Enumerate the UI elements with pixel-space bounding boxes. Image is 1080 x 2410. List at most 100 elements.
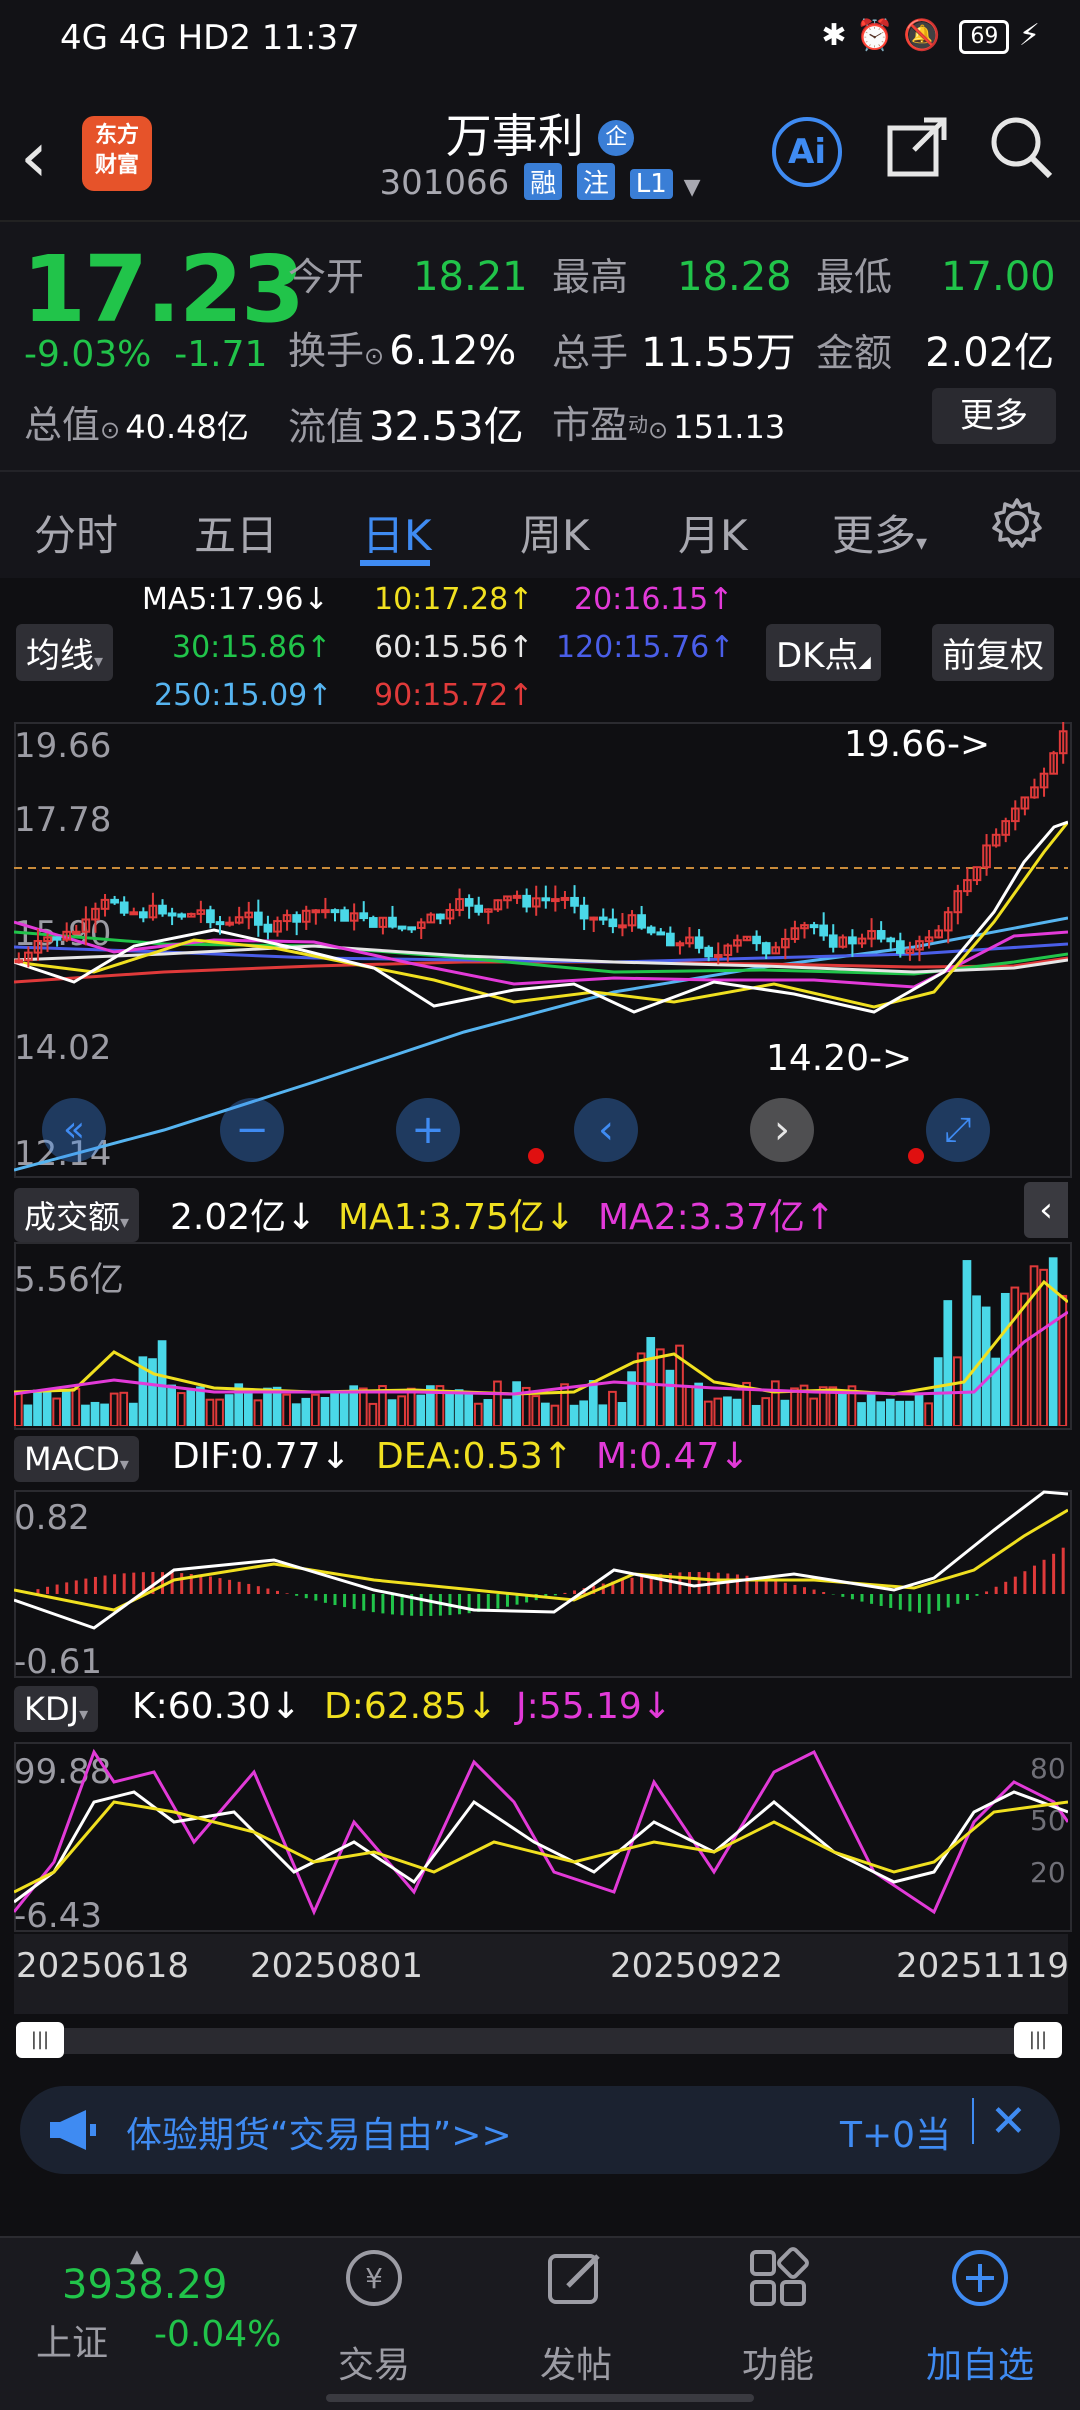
more-stats-button[interactable]: 更多	[932, 388, 1056, 444]
volume-bar	[608, 1390, 617, 1426]
range-handle-left[interactable]: |||	[16, 2022, 64, 2058]
ma-select-dropdown[interactable]: 均线▾	[16, 624, 114, 681]
expand-icon: ⤢	[944, 1110, 972, 1150]
caret-down-icon: ▾	[916, 531, 928, 556]
candle-body	[589, 916, 599, 921]
volume-bar	[761, 1397, 771, 1426]
volume-bar	[617, 1402, 627, 1426]
post-icon[interactable]	[544, 2246, 608, 2310]
candle-body	[522, 894, 531, 908]
volume-ma2-line	[14, 1310, 1068, 1396]
gear-icon[interactable]	[990, 496, 1044, 550]
candle-body	[263, 923, 273, 933]
kdj-k-line	[14, 1790, 1068, 1904]
plus-icon: +	[411, 1107, 445, 1153]
tab-monthly-k[interactable]: 月K	[678, 502, 748, 563]
candle-body	[397, 925, 407, 930]
ma60-label: 60:15.56↑	[374, 630, 534, 665]
nav-trade[interactable]: 交易	[304, 2336, 444, 2388]
index-change: -0.04%	[154, 2314, 282, 2355]
volume-bar	[368, 1402, 378, 1426]
volume-bar	[627, 1371, 636, 1426]
macd-dea: DEA:0.53↑	[376, 1436, 573, 1477]
candle-body	[436, 913, 445, 920]
adjust-button[interactable]: 前复权	[932, 624, 1054, 681]
double-left-icon: «	[62, 1109, 86, 1150]
signal-dot	[528, 1148, 544, 1164]
tab-more[interactable]: 更多▾	[832, 502, 927, 563]
volume-bar	[924, 1402, 933, 1426]
volume-bar	[493, 1380, 502, 1426]
volume-bar	[512, 1381, 521, 1426]
status-time: 11:37	[261, 18, 360, 58]
candle-body	[474, 904, 484, 913]
macd-select-dropdown[interactable]: MACD▾	[14, 1436, 139, 1482]
volume-select-dropdown[interactable]: 成交额▾	[14, 1188, 140, 1242]
megaphone-icon	[50, 2110, 96, 2150]
candle-body	[752, 935, 761, 945]
ma10-label: 10:17.28↑	[374, 582, 534, 617]
zoom-in-button[interactable]: +	[396, 1098, 460, 1162]
close-icon[interactable]: ✕	[990, 2096, 1027, 2147]
volume-bar	[205, 1398, 215, 1426]
next-button[interactable]: ›	[750, 1098, 814, 1162]
volume-bar	[215, 1398, 224, 1426]
volume-bar	[569, 1404, 579, 1426]
status-network: 4G 4G HD2 11:37	[60, 18, 360, 58]
kdj-plot	[14, 1748, 1068, 1916]
fullscreen-button[interactable]: ⤢	[926, 1098, 990, 1162]
battery-icon: 69	[959, 19, 1010, 54]
tab-daily-k[interactable]: 日K	[362, 502, 432, 563]
date-label: 20251119	[896, 1946, 1070, 1986]
volume-bar	[330, 1392, 339, 1426]
volume-bar	[196, 1386, 205, 1426]
tab-five-day[interactable]: 五日	[194, 502, 278, 563]
share-icon[interactable]	[884, 114, 950, 180]
ma90-label: 90:15.72↑	[374, 678, 534, 713]
volume-bar	[483, 1399, 493, 1426]
volume-bar	[857, 1402, 866, 1426]
volume-bar	[464, 1393, 474, 1426]
zoom-out-button[interactable]: −	[220, 1098, 284, 1162]
candle-body	[848, 936, 857, 945]
search-icon[interactable]	[988, 114, 1054, 180]
nav-function[interactable]: 功能	[708, 2336, 848, 2388]
candle-body	[895, 940, 905, 954]
tab-intraday[interactable]: 分时	[34, 502, 118, 563]
volume-bar	[311, 1393, 320, 1426]
candle-body	[809, 924, 819, 929]
nav-post[interactable]: 发帖	[506, 2336, 646, 2388]
range-scrollbar[interactable]	[16, 2028, 1062, 2054]
candle-body	[876, 930, 886, 940]
function-icon[interactable]	[746, 2246, 810, 2310]
volume-bar	[981, 1306, 991, 1426]
kdj-select-dropdown[interactable]: KDJ▾	[14, 1686, 99, 1732]
candle-body	[618, 924, 627, 929]
info-icon: ⊙	[364, 342, 385, 370]
tab-weekly-k[interactable]: 周K	[520, 502, 590, 563]
volume-bar	[560, 1383, 569, 1426]
rewind-button[interactable]: «	[42, 1098, 106, 1162]
volume-value: 2.02亿↓	[170, 1197, 317, 1238]
dk-point-button[interactable]: DK点◢	[766, 624, 881, 681]
float-stat: 流值 32.53亿	[288, 404, 524, 450]
candle-body	[340, 909, 349, 922]
candle-body	[388, 916, 397, 928]
volume-bar	[770, 1380, 780, 1426]
candle-body	[637, 914, 646, 929]
candle-body	[570, 896, 579, 907]
promo-text[interactable]: 体验期货“交易自由”>>	[126, 2106, 512, 2158]
price-change: -9.03% -1.71	[24, 334, 268, 375]
nav-add-watchlist[interactable]: 加自选	[910, 2336, 1050, 2388]
index-value[interactable]: 3938.29	[62, 2262, 227, 2308]
collapse-button[interactable]: ‹	[1024, 1182, 1068, 1238]
trade-icon[interactable]: ¥	[342, 2246, 406, 2310]
volume-bar	[454, 1389, 464, 1426]
prev-button[interactable]: ‹	[574, 1098, 638, 1162]
volume-bar	[157, 1340, 167, 1426]
ai-button[interactable]: Ai	[772, 117, 842, 187]
volume-bar	[473, 1402, 483, 1426]
add-watchlist-icon[interactable]	[948, 2246, 1012, 2310]
volume-bar	[588, 1380, 598, 1426]
range-handle-right[interactable]: |||	[1014, 2022, 1062, 2058]
